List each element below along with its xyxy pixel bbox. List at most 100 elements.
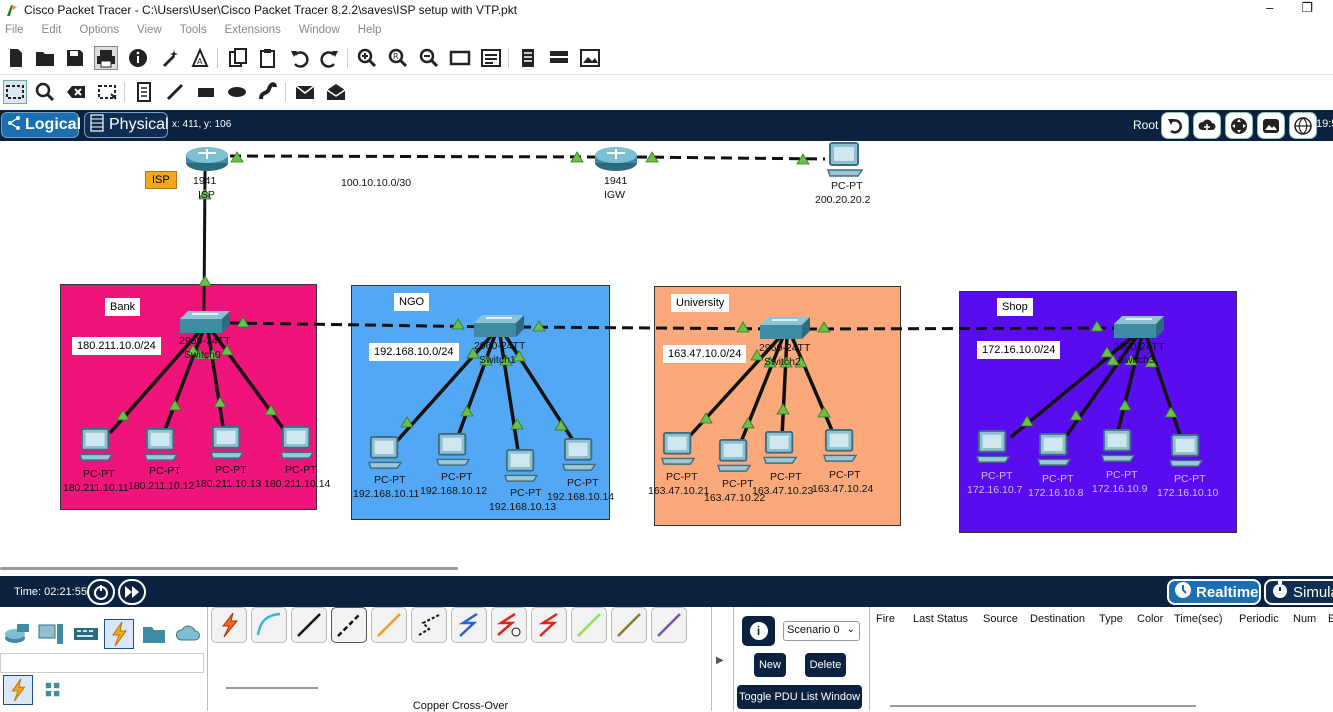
usb-cable-icon[interactable] <box>651 607 687 643</box>
minimize-button[interactable]: – <box>1266 0 1273 16</box>
pc-icon[interactable] <box>660 432 698 469</box>
viewport-icon[interactable] <box>1289 112 1317 139</box>
switch0-icon[interactable] <box>180 311 230 338</box>
menu-options[interactable]: Options <box>79 24 119 36</box>
menu-extensions[interactable]: Extensions <box>225 24 281 36</box>
pdu-list-scrollbar[interactable] <box>890 705 1196 707</box>
end-devices-icon[interactable] <box>36 619 66 649</box>
pc-icon[interactable] <box>762 431 800 468</box>
physical-view-button[interactable]: Physical <box>84 112 169 138</box>
custom-devices-dialog-icon[interactable] <box>479 46 503 70</box>
phone-cable-icon[interactable] <box>411 607 447 643</box>
copper-straight-through-icon[interactable] <box>291 607 327 643</box>
zoom-reset-icon[interactable]: R <box>386 46 410 70</box>
pc-icon[interactable] <box>822 429 860 466</box>
collapse-arrow-icon[interactable]: ▶ <box>716 655 724 666</box>
draw-ellipse-icon[interactable] <box>225 80 249 104</box>
power-cycle-icon[interactable] <box>87 579 115 605</box>
new-file-icon[interactable] <box>4 46 28 70</box>
new-cluster-icon[interactable] <box>1193 112 1221 139</box>
serial-dte-icon[interactable] <box>531 607 567 643</box>
set-background-icon[interactable] <box>1257 112 1285 139</box>
delete-pdu-button[interactable]: Delete <box>805 653 846 677</box>
copy-icon[interactable] <box>226 46 250 70</box>
cable-scrollbar[interactable] <box>226 687 318 689</box>
menu-file[interactable]: File <box>5 24 24 36</box>
move-object-icon[interactable] <box>1225 112 1253 139</box>
place-note-icon[interactable] <box>132 80 156 104</box>
pdu-info-button[interactable]: i <box>742 616 775 646</box>
zoom-out-icon[interactable] <box>417 46 441 70</box>
network-devices-icon[interactable] <box>2 619 32 649</box>
octal-cable-icon[interactable] <box>571 607 607 643</box>
freeform-icon[interactable] <box>256 80 280 104</box>
components-icon[interactable] <box>71 619 101 649</box>
pc-icon[interactable] <box>209 426 247 463</box>
logical-workspace[interactable]: ISP 1941 ISP 100.10.10.0/30 1941 IGW PC-… <box>0 141 1333 571</box>
custom-device-icon[interactable]: A <box>188 46 212 70</box>
device-search-field[interactable] <box>0 653 204 673</box>
pc-icon[interactable] <box>561 438 599 475</box>
notes-icon[interactable] <box>516 46 540 70</box>
pc-icon[interactable] <box>78 428 116 465</box>
pc-icon[interactable] <box>435 433 473 470</box>
console-cable-icon[interactable] <box>251 607 287 643</box>
back-icon[interactable] <box>1161 112 1189 139</box>
connections-icon[interactable] <box>104 619 134 649</box>
add-simple-pdu-icon[interactable] <box>293 80 317 104</box>
pc-icon[interactable] <box>367 436 405 473</box>
screenshot-icon[interactable] <box>578 46 602 70</box>
redo-icon[interactable] <box>318 46 342 70</box>
igw-pc-icon[interactable] <box>826 142 866 181</box>
delete-icon[interactable] <box>64 80 88 104</box>
add-complex-pdu-icon[interactable] <box>324 80 348 104</box>
resize-shape-icon[interactable] <box>95 80 119 104</box>
isp-router-icon[interactable] <box>184 143 230 176</box>
workspace-horizontal-scrollbar[interactable] <box>0 563 1333 575</box>
logical-view-button[interactable]: Logical <box>1 112 81 138</box>
miscellaneous-icon[interactable] <box>139 619 169 649</box>
new-pdu-button[interactable]: New <box>754 653 786 677</box>
pc-icon[interactable] <box>503 449 541 486</box>
realtime-button[interactable]: Realtime <box>1167 579 1261 605</box>
pc-icon[interactable] <box>279 426 317 463</box>
isp-note-tag[interactable]: ISP <box>145 171 177 189</box>
select-icon[interactable] <box>3 80 27 104</box>
igw-router-icon[interactable] <box>593 143 639 176</box>
iot-custom-cable-icon[interactable] <box>611 607 647 643</box>
menu-window[interactable]: Window <box>299 24 340 36</box>
drawing-palette-icon[interactable] <box>448 46 472 70</box>
draw-line-icon[interactable] <box>163 80 187 104</box>
menu-view[interactable]: View <box>137 24 162 36</box>
restore-button[interactable]: ❐ <box>1301 0 1313 16</box>
fast-forward-icon[interactable] <box>118 579 146 605</box>
paste-icon[interactable] <box>256 46 280 70</box>
simulation-button[interactable]: Simula <box>1264 579 1333 605</box>
zoom-in-icon[interactable] <box>355 46 379 70</box>
scenario-select[interactable]: Scenario 0 ⌄ <box>783 621 860 641</box>
switch3-icon[interactable] <box>1114 316 1164 343</box>
connections-subcategory-icon[interactable] <box>3 675 33 705</box>
fiber-cable-icon[interactable] <box>371 607 407 643</box>
switch1-icon[interactable] <box>474 315 524 342</box>
coaxial-cable-icon[interactable] <box>451 607 487 643</box>
serial-dce-icon[interactable] <box>491 607 527 643</box>
network-info-icon[interactable] <box>547 46 571 70</box>
draw-rectangle-icon[interactable] <box>194 80 218 104</box>
activity-wizard-icon[interactable] <box>158 46 182 70</box>
toggle-pdu-list-button[interactable]: Toggle PDU List Window <box>737 685 862 709</box>
pc-icon[interactable] <box>143 428 181 465</box>
scrollbar-thumb[interactable] <box>0 567 458 570</box>
pc-icon[interactable] <box>1036 433 1074 470</box>
menu-tools[interactable]: Tools <box>180 24 207 36</box>
pc-icon[interactable] <box>1168 434 1206 471</box>
save-icon[interactable] <box>63 46 87 70</box>
pc-icon[interactable] <box>975 430 1013 467</box>
pc-icon[interactable] <box>716 439 754 476</box>
menu-help[interactable]: Help <box>358 24 382 36</box>
print-icon[interactable] <box>94 46 118 70</box>
copper-cross-over-icon[interactable] <box>331 607 367 643</box>
undo-icon[interactable] <box>287 46 311 70</box>
auto-connect-cable-icon[interactable] <box>211 607 247 643</box>
pc-icon[interactable] <box>1100 429 1138 466</box>
